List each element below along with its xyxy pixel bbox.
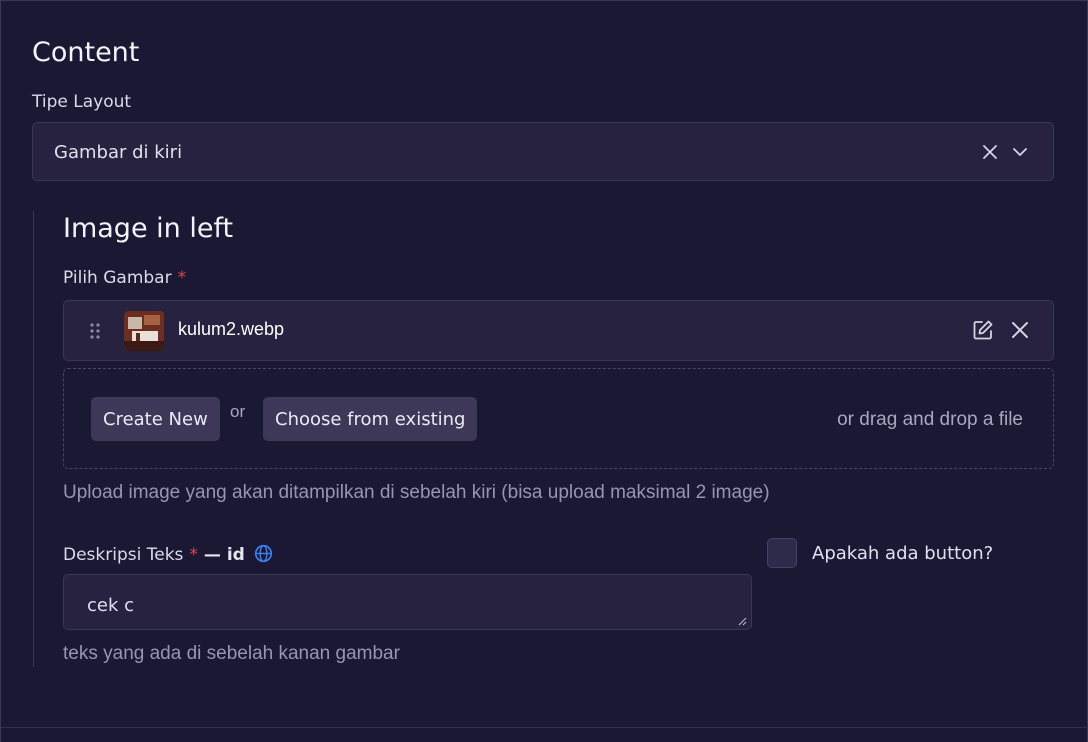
choose-existing-button[interactable]: Choose from existing <box>263 397 478 441</box>
required-mark: * <box>189 545 198 565</box>
image-field-label: Pilih Gambar * <box>63 268 186 288</box>
content-panel: Content Tipe Layout Gambar di kiri Image… <box>0 0 1088 742</box>
section-title: Content <box>32 37 140 68</box>
layout-type-value: Gambar di kiri <box>54 142 183 163</box>
description-value: cek c <box>87 595 135 616</box>
button-checkbox[interactable] <box>767 538 797 568</box>
description-label-text: Deskripsi Teks <box>63 545 184 565</box>
file-thumbnail <box>124 311 164 351</box>
nested-section-divider <box>33 211 34 667</box>
layout-type-select[interactable]: Gambar di kiri <box>32 122 1054 181</box>
resize-handle-icon[interactable] <box>736 615 748 627</box>
file-name: kulum2.webp <box>178 319 285 339</box>
button-checkbox-label: Apakah ada button? <box>812 543 994 564</box>
create-new-button[interactable]: Create New <box>91 397 220 441</box>
drag-drop-hint: or drag and drop a file <box>837 409 1023 430</box>
chevron-down-icon[interactable] <box>1009 141 1031 163</box>
or-text: or <box>230 402 246 421</box>
description-textarea[interactable]: cek c <box>63 574 752 630</box>
image-helper-text: Upload image yang akan ditampilkan di se… <box>63 482 770 503</box>
required-mark: * <box>177 268 187 288</box>
file-drop-zone[interactable]: Create New or Choose from existing or dr… <box>63 368 1054 469</box>
description-field-label: Deskripsi Teks * — id <box>63 544 273 568</box>
edit-icon[interactable] <box>972 319 994 341</box>
bottom-divider <box>1 727 1088 728</box>
drag-handle-icon[interactable] <box>84 320 106 342</box>
subsection-title: Image in left <box>63 213 234 244</box>
clear-icon[interactable] <box>979 141 1001 163</box>
locale-label: — id <box>203 545 245 565</box>
layout-type-label: Tipe Layout <box>32 92 132 112</box>
description-helper-text: teks yang ada di sebelah kanan gambar <box>63 643 400 664</box>
remove-icon[interactable] <box>1009 319 1031 341</box>
image-label-text: Pilih Gambar <box>63 268 172 288</box>
globe-icon <box>254 544 273 568</box>
uploaded-file-item: kulum2.webp <box>63 300 1054 361</box>
